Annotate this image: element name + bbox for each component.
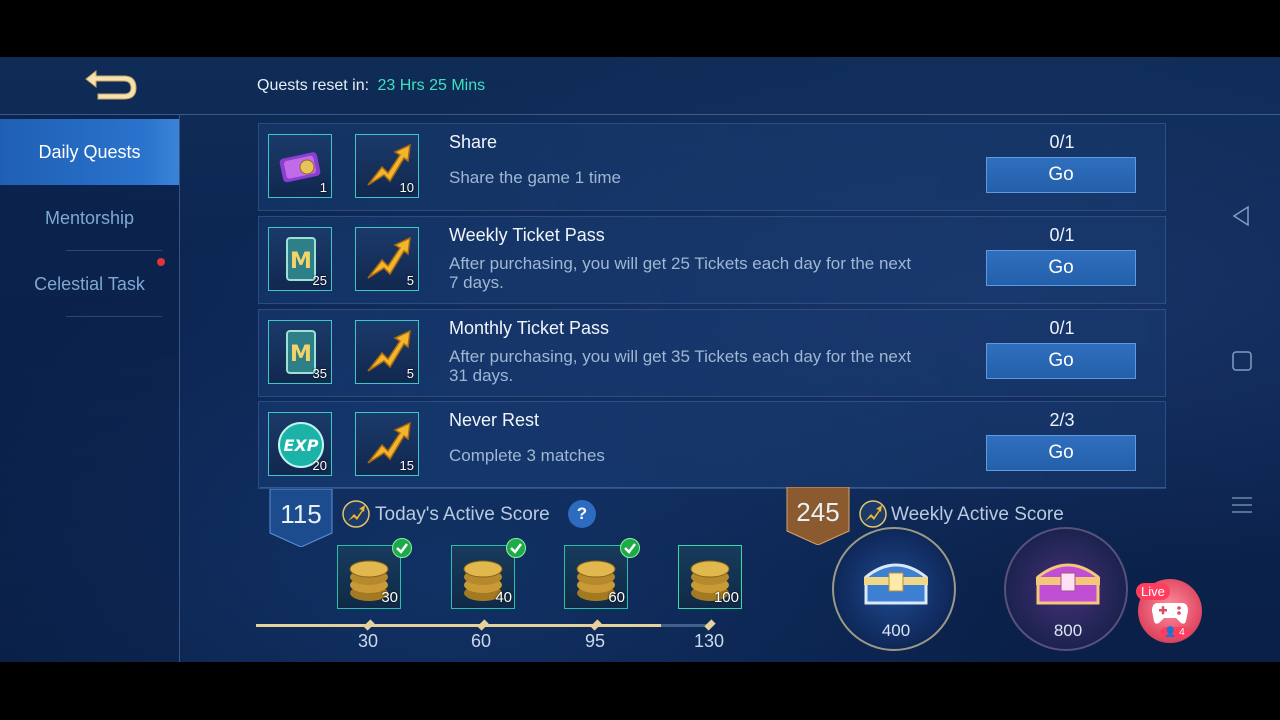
milestone-reward-count: 100 [713, 589, 739, 606]
nav-menu-icon[interactable] [1230, 495, 1254, 515]
sidebar-item-celestial-task[interactable]: Celestial Task [0, 251, 179, 317]
weekly-score-label: Weekly Active Score [891, 504, 1064, 525]
live-tag: Live [1136, 583, 1170, 600]
nav-back-icon[interactable] [1230, 205, 1252, 227]
silver-chest-icon [864, 563, 928, 605]
milestone-reward-box[interactable]: 30 [337, 545, 401, 609]
weekly-chest-800[interactable]: 800 [1004, 527, 1128, 651]
sidebar-divider [66, 316, 162, 317]
go-button[interactable]: Go [986, 250, 1136, 286]
milestone-marker [704, 619, 716, 631]
quest-row-weekly-ticket-pass: M 25 5 Weekly Ticket Pass After purchasi… [258, 216, 1166, 304]
quest-description: Complete 3 matches [449, 446, 605, 465]
go-button[interactable]: Go [986, 435, 1136, 471]
milestone-reward-count: 30 [381, 589, 398, 606]
milestone-threshold: 95 [584, 631, 606, 651]
quests-screen: Quests reset in: 23 Hrs 25 Mins Daily Qu… [0, 57, 1280, 662]
reward-count: 15 [399, 458, 414, 473]
quest-description: After purchasing, you will get 35 Ticket… [449, 347, 912, 385]
svg-text:M: M [290, 342, 312, 367]
reward-slot[interactable]: EXP 20 [268, 412, 332, 476]
reward-slot[interactable]: 10 [355, 134, 419, 198]
reward-slot[interactable]: M 35 [268, 320, 332, 384]
back-arrow-icon [85, 69, 137, 100]
chest-threshold: 400 [881, 621, 911, 640]
divider [260, 487, 1166, 488]
quest-row-monthly-ticket-pass: M 35 5 Monthly Ticket Pass After purchas… [258, 309, 1166, 397]
go-button[interactable]: Go [986, 157, 1136, 193]
top-bar: Quests reset in: 23 Hrs 25 Mins [0, 57, 1280, 115]
claimed-check-icon [392, 538, 412, 558]
reward-slot[interactable]: 1 [268, 134, 332, 198]
quest-description: Share the game 1 time [449, 168, 621, 187]
activity-arrow-icon [342, 500, 370, 528]
viewer-count-value: 4 [1179, 627, 1185, 638]
help-button[interactable]: ? [568, 500, 596, 528]
notification-dot [157, 258, 165, 266]
reward-slot[interactable]: 5 [355, 227, 419, 291]
reward-count: 1 [319, 180, 327, 195]
milestone-marker [363, 619, 375, 631]
activity-arrow-icon [859, 500, 887, 528]
reward-count: 5 [406, 366, 414, 381]
reward-count: 25 [312, 273, 327, 288]
live-stream-button[interactable]: Live 👤 4 [1136, 579, 1202, 643]
sidebar-item-label: Celestial Task [34, 274, 145, 294]
reward-count: 5 [406, 273, 414, 288]
sidebar-item-label: Daily Quests [38, 142, 141, 162]
back-button[interactable] [76, 67, 142, 103]
milestone-threshold: 130 [693, 631, 725, 651]
purple-chest-icon [1036, 563, 1100, 605]
sidebar-item-label: Mentorship [44, 208, 135, 228]
reward-count: 20 [312, 458, 327, 473]
svg-text:EXP: EXP [284, 436, 319, 455]
milestone-reward-count: 40 [495, 589, 512, 606]
reward-slot[interactable]: M 25 [268, 227, 332, 291]
quest-progress: 0/1 [1049, 132, 1075, 152]
nav-home-icon[interactable] [1230, 349, 1254, 373]
reward-slot[interactable]: 5 [355, 320, 419, 384]
go-button[interactable]: Go [986, 343, 1136, 379]
svg-text:M: M [290, 249, 312, 274]
quest-title: Monthly Ticket Pass [449, 318, 610, 338]
today-score-badge: 115 [268, 488, 334, 548]
quest-progress: 2/3 [1049, 410, 1075, 430]
quest-row-share: 1 10 Share Share the game 1 time 0/1 Go [258, 123, 1166, 211]
quest-description: After purchasing, you will get 25 Ticket… [449, 254, 912, 292]
milestone-reward-box[interactable]: 60 [564, 545, 628, 609]
claimed-check-icon [506, 538, 526, 558]
milestone-reward-box[interactable]: 40 [451, 545, 515, 609]
weekly-score-value: 245 [796, 497, 840, 527]
milestone-threshold: 60 [470, 631, 492, 651]
quest-title: Never Rest [449, 410, 540, 430]
claimed-check-icon [620, 538, 640, 558]
reward-slot[interactable]: 15 [355, 412, 419, 476]
reset-label: Quests reset in: [257, 77, 370, 94]
quest-row-never-rest: EXP 20 15 Never Rest Complete 3 matches … [258, 401, 1166, 489]
milestone-reward-count: 60 [608, 589, 625, 606]
milestone-threshold: 30 [357, 631, 379, 651]
milestone-reward-box[interactable]: 100 [678, 545, 742, 609]
weekly-chest-400[interactable]: 400 [832, 527, 956, 651]
quest-progress: 0/1 [1049, 318, 1075, 338]
today-score-value: 115 [280, 499, 322, 529]
milestone-marker [477, 619, 489, 631]
live-viewer-count: 👤 4 [1160, 627, 1189, 638]
quest-title: Share [449, 132, 498, 152]
milestone-marker [590, 619, 602, 631]
quest-title: Weekly Ticket Pass [449, 225, 605, 245]
chest-threshold: 800 [1053, 621, 1083, 640]
sidebar-item-mentorship[interactable]: Mentorship [0, 185, 179, 251]
reward-count: 10 [399, 180, 414, 195]
weekly-score-badge: 245 [785, 486, 851, 546]
reward-count: 35 [312, 366, 327, 381]
today-score-label: Today's Active Score [375, 504, 550, 525]
reset-time: 23 Hrs 25 Mins [377, 77, 486, 94]
sidebar: Daily Quests Mentorship Celestial Task [0, 115, 180, 662]
quest-reset-timer: Quests reset in: 23 Hrs 25 Mins [257, 77, 485, 95]
gamepad-icon [1152, 603, 1188, 624]
sidebar-item-daily-quests[interactable]: Daily Quests [0, 119, 179, 185]
quest-progress: 0/1 [1049, 225, 1075, 245]
